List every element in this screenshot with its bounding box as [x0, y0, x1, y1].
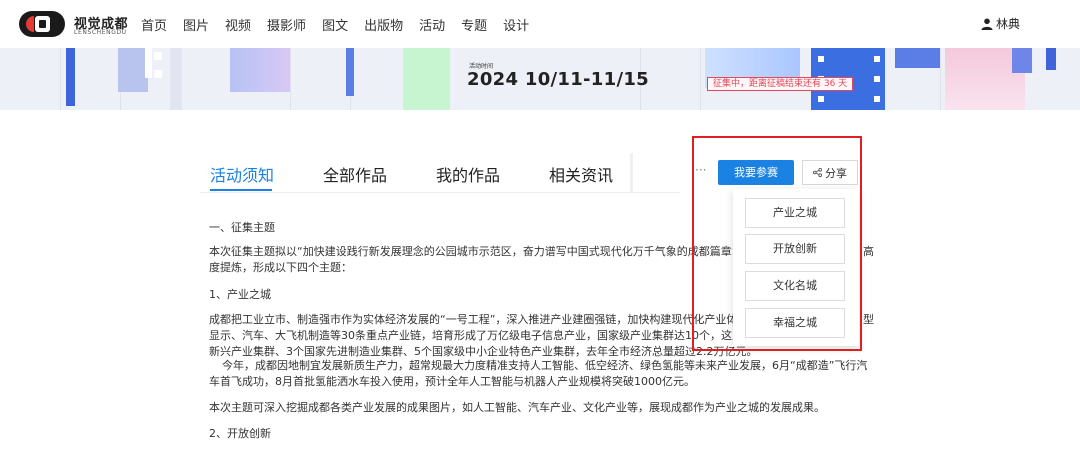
- banner-deco: [874, 56, 880, 62]
- tabs-separator: [630, 153, 633, 193]
- banner-deco: [118, 48, 148, 92]
- site-logo[interactable]: 视觉成都 LENSCHENGDU: [18, 9, 128, 39]
- tab-all-works[interactable]: 全部作品: [323, 162, 387, 186]
- banner-deco: [403, 48, 450, 110]
- dropdown-item-happy-city[interactable]: 幸福之城: [745, 308, 845, 338]
- tabs-divider-line: [200, 192, 680, 193]
- nav-videos[interactable]: 视频: [225, 15, 251, 34]
- share-label: 分享: [825, 166, 847, 180]
- banner-deco: [818, 56, 824, 62]
- paragraph-line: 车首飞成功，8月首批氢能洒水车投入使用，预计全年人工智能与机器人产业规模将突破1…: [209, 375, 695, 388]
- category-dropdown: 产业之城 开放创新 文化名城 幸福之城: [733, 189, 859, 346]
- event-banner: 活动时间 2024 10/11-11/15: [0, 48, 1080, 110]
- share-button[interactable]: 分享: [802, 160, 858, 185]
- nav-topics[interactable]: 专题: [461, 15, 487, 34]
- tab-my-works[interactable]: 我的作品: [436, 162, 500, 186]
- user-menu[interactable]: 林典: [981, 15, 1020, 32]
- nav-photographers[interactable]: 摄影师: [267, 15, 306, 34]
- logo-mark-icon: [19, 11, 65, 37]
- banner-deco: [1012, 48, 1032, 73]
- banner-gridline: [60, 48, 61, 110]
- logo-text-en: LENSCHENGDU: [74, 29, 127, 36]
- nav-publications[interactable]: 出版物: [364, 15, 403, 34]
- nav-articles[interactable]: 图文: [322, 15, 348, 34]
- join-contest-button[interactable]: 我要参赛: [718, 160, 794, 185]
- tab-related-news[interactable]: 相关资讯: [549, 162, 613, 186]
- active-tab-indicator: [210, 189, 272, 191]
- banner-deco: [154, 52, 162, 60]
- paragraph-overflow-char: 型: [863, 313, 874, 326]
- banner-deco: [895, 48, 940, 68]
- banner-deco: [154, 70, 162, 78]
- share-icon: [813, 168, 822, 177]
- dropdown-item-culture-city[interactable]: 文化名城: [745, 271, 845, 301]
- top-header: 视觉成都 LENSCHENGDU 首页 图片 视频 摄影师 图文 出版物 活动 …: [0, 0, 1080, 48]
- user-icon: [981, 18, 993, 30]
- nav-events[interactable]: 活动: [419, 15, 445, 34]
- subsection-title: 2、开放创新: [209, 427, 271, 440]
- banner-deco: [874, 76, 880, 82]
- event-date: 2024 10/11-11/15: [467, 69, 649, 90]
- banner-deco: [346, 48, 354, 96]
- banner-gridline: [290, 48, 291, 110]
- nav-home[interactable]: 首页: [141, 15, 167, 34]
- paragraph-line: 今年，成都因地制宜发展新质生产力，超常规最大力度精准支持人工智能、低空经济、绿色…: [222, 359, 868, 372]
- banner-gridline: [700, 48, 701, 110]
- main-nav: 首页 图片 视频 摄影师 图文 出版物 活动 专题 设计: [141, 15, 545, 34]
- paragraph-line: 本次主题可深入挖掘成都各类产业发展的成果图片，如人工智能、汽车产业、文化产业等，…: [209, 401, 825, 414]
- banner-deco: [145, 48, 152, 78]
- user-name: 林典: [996, 17, 1021, 31]
- banner-deco: [1046, 48, 1056, 70]
- nav-design[interactable]: 设计: [503, 15, 529, 34]
- more-options-button[interactable]: ···: [695, 163, 706, 177]
- tab-notice[interactable]: 活动须知: [210, 162, 274, 186]
- banner-deco: [874, 96, 880, 102]
- banner-deco: [66, 48, 75, 106]
- banner-deco: [230, 48, 290, 92]
- content-tabs: 活动须知 全部作品 我的作品 相关资讯: [210, 162, 662, 186]
- dropdown-item-industry-city[interactable]: 产业之城: [745, 198, 845, 228]
- nav-images[interactable]: 图片: [183, 15, 209, 34]
- paragraph-overflow-char: 高: [863, 245, 874, 258]
- dropdown-item-open-innovation[interactable]: 开放创新: [745, 234, 845, 264]
- banner-deco: [170, 48, 182, 110]
- banner-gridline: [940, 48, 941, 110]
- banner-deco: [818, 96, 824, 102]
- status-badge: 征集中，距离征稿结束还有 36 天: [707, 77, 854, 91]
